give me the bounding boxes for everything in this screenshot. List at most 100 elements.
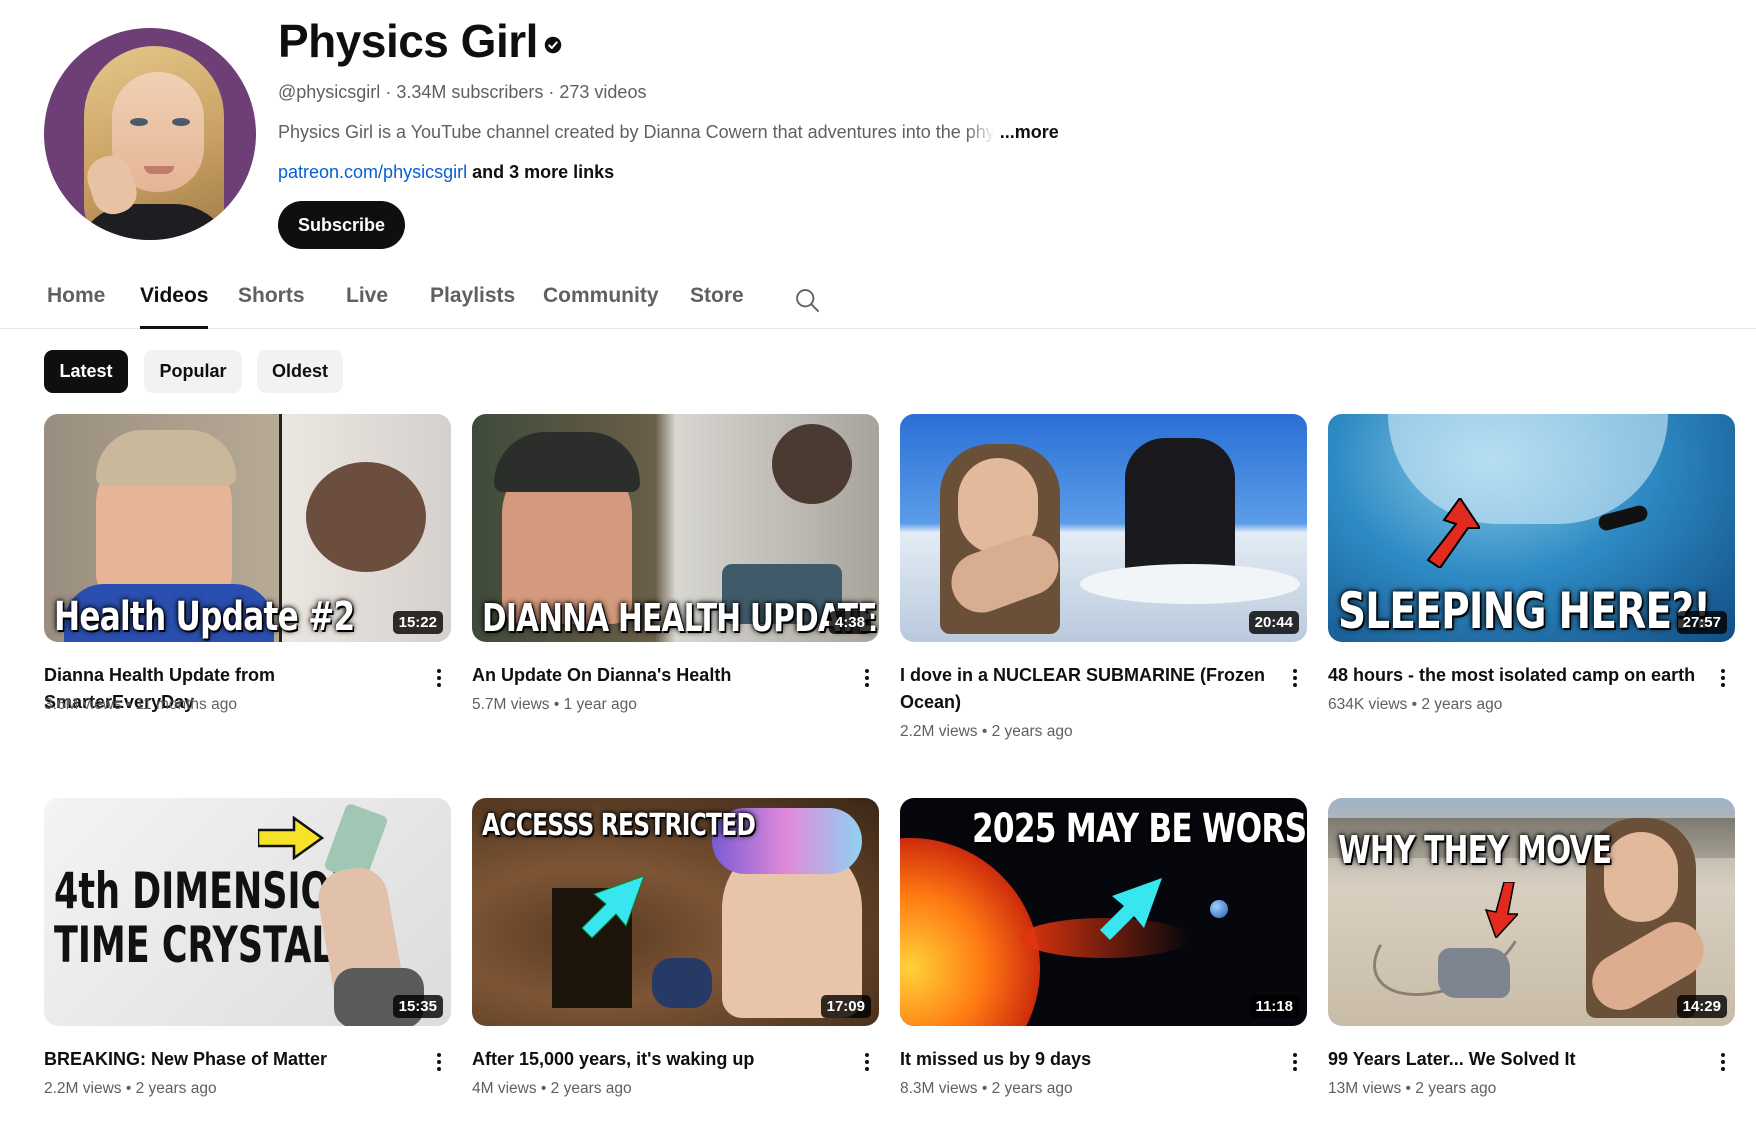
video-views: 4M views: [472, 1080, 537, 1097]
chip-oldest[interactable]: Oldest: [257, 350, 343, 393]
video-age: 2 years ago: [991, 1080, 1073, 1097]
thumb-overlay-text: WHY THEY MOVE: [1338, 828, 1612, 872]
video-views: 13M views: [1328, 1080, 1402, 1097]
video-views: 3.6M views: [44, 696, 122, 713]
cyan-arrow-icon: [1100, 878, 1162, 940]
video-age: 2 years ago: [991, 723, 1073, 740]
video-age: 2 years ago: [135, 1080, 217, 1097]
more-links-button[interactable]: and 3 more links: [472, 162, 614, 182]
thumb-overlay-line-1: 4th DIMENSION: [54, 862, 360, 920]
video-age: 2 years ago: [1421, 696, 1503, 713]
red-arrow-icon: [1484, 882, 1518, 938]
thumb-earth: [1210, 900, 1228, 918]
video-title[interactable]: After 15,000 years, it's waking up: [472, 1046, 842, 1073]
video-views: 2.2M views: [900, 723, 978, 740]
video-age: 2 years ago: [550, 1080, 632, 1097]
more-vert-icon[interactable]: [427, 666, 451, 690]
description-text: Physics Girl is a YouTube channel create…: [278, 122, 966, 142]
tab-shorts[interactable]: Shorts: [238, 284, 305, 329]
avatar-eye-left: [130, 118, 148, 126]
video-age: 2 years ago: [1415, 1080, 1497, 1097]
tab-home[interactable]: Home: [47, 284, 105, 329]
channel-handle: @physicsgirl: [278, 82, 381, 102]
avatar-mouth: [144, 166, 174, 174]
video-thumbnail[interactable]: 2025 MAY BE WORSE 11:18: [900, 798, 1307, 1026]
more-vert-icon[interactable]: [1711, 666, 1735, 690]
thumb-sailing-stone: [1438, 948, 1510, 998]
video-title[interactable]: 99 Years Later... We Solved It: [1328, 1046, 1698, 1073]
video-thumbnail[interactable]: ACCESSS RESTRICTED 17:09: [472, 798, 879, 1026]
thumb-cap: [96, 430, 236, 486]
video-thumbnail[interactable]: 20:44: [900, 414, 1307, 642]
video-thumbnail[interactable]: SLEEPING HERE?! 27:57: [1328, 414, 1735, 642]
meta-dot: •: [540, 1080, 551, 1097]
video-title[interactable]: 48 hours - the most isolated camp on ear…: [1328, 662, 1698, 689]
subscribe-button[interactable]: Subscribe: [278, 201, 405, 249]
chip-latest[interactable]: Latest: [44, 350, 128, 393]
thumb-ice: [1080, 564, 1300, 604]
more-vert-icon[interactable]: [1283, 1050, 1307, 1074]
video-title[interactable]: I dove in a NUCLEAR SUBMARINE (Frozen Oc…: [900, 662, 1270, 716]
tab-community[interactable]: Community: [543, 284, 659, 329]
video-thumbnail[interactable]: 4th DIMENSION TIME CRYSTALS 15:35: [44, 798, 451, 1026]
patreon-link[interactable]: patreon.com/physicsgirl: [278, 162, 467, 182]
video-thumbnail[interactable]: WHY THEY MOVE 14:29: [1328, 798, 1735, 1026]
channel-name: Physics Girl: [278, 15, 538, 67]
more-vert-icon[interactable]: [427, 1050, 451, 1074]
video-title[interactable]: BREAKING: New Phase of Matter: [44, 1046, 414, 1073]
search-icon[interactable]: [793, 286, 821, 314]
more-vert-icon[interactable]: [855, 666, 879, 690]
video-meta: 634K views • 2 years ago: [1328, 696, 1502, 714]
meta-dot: •: [125, 696, 136, 713]
channel-avatar[interactable]: [44, 28, 256, 240]
video-meta: 2.2M views • 2 years ago: [44, 1080, 217, 1098]
video-age: 1 year ago: [563, 696, 637, 713]
video-card: Health Update #2 15:22 Dianna Health Upd…: [44, 414, 451, 713]
video-card: ACCESSS RESTRICTED 17:09 After 15,000 ye…: [472, 798, 879, 1097]
thumb-sleeping-person: [306, 462, 426, 572]
thumb-overlay-text: SLEEPING HERE?!: [1338, 582, 1711, 640]
thumb-overlay-text: ACCESSS RESTRICTED: [482, 808, 756, 843]
video-duration: 14:29: [1676, 995, 1727, 1018]
video-duration: 11:18: [1249, 995, 1299, 1018]
video-title[interactable]: It missed us by 9 days: [900, 1046, 1270, 1073]
chip-popular[interactable]: Popular: [144, 350, 242, 393]
meta-dot: •: [1405, 1080, 1416, 1097]
video-views: 634K views: [1328, 696, 1408, 713]
channel-description[interactable]: Physics Girl is a YouTube channel create…: [278, 122, 1059, 143]
video-thumbnail[interactable]: Health Update #2 15:22: [44, 414, 451, 642]
video-duration: 27:57: [1676, 611, 1727, 634]
tab-playlists[interactable]: Playlists: [430, 284, 515, 329]
thumb-overlay-text: Health Update #2: [54, 594, 355, 640]
thumb-cap: [494, 432, 640, 492]
more-vert-icon[interactable]: [1711, 1050, 1735, 1074]
more-vert-icon[interactable]: [855, 1050, 879, 1074]
tab-live[interactable]: Live: [346, 284, 388, 329]
meta-dot: •: [981, 723, 992, 740]
video-meta: 5.7M views • 1 year ago: [472, 696, 637, 714]
tab-videos[interactable]: Videos: [140, 284, 209, 329]
video-views: 2.2M views: [44, 1080, 122, 1097]
subscriber-count: 3.34M subscribers: [396, 82, 544, 102]
cyan-arrow-icon: [582, 876, 644, 938]
channel-links: patreon.com/physicsgirl and 3 more links: [278, 162, 614, 183]
channel-tabs: Home Videos Shorts Live Playlists Commun…: [0, 270, 1756, 329]
more-vert-icon[interactable]: [1283, 666, 1307, 690]
meta-separator: ·: [548, 82, 560, 102]
video-meta: 8.3M views • 2 years ago: [900, 1080, 1073, 1098]
yellow-arrow-icon: [258, 816, 324, 860]
thumb-masked-person: [772, 424, 852, 504]
video-card: 20:44 I dove in a NUCLEAR SUBMARINE (Fro…: [900, 414, 1307, 740]
red-arrow-icon: [1426, 498, 1480, 568]
video-card: SLEEPING HERE?! 27:57 48 hours - the mos…: [1328, 414, 1735, 713]
avatar-eye-right: [172, 118, 190, 126]
meta-dot: •: [1411, 696, 1422, 713]
description-faded-text: phy: [965, 122, 995, 142]
tab-store[interactable]: Store: [690, 284, 744, 329]
description-more-link[interactable]: ...more: [1000, 122, 1059, 142]
meta-dot: •: [553, 696, 564, 713]
channel-meta: @physicsgirl · 3.34M subscribers · 273 v…: [278, 82, 646, 103]
video-title[interactable]: An Update On Dianna's Health: [472, 662, 842, 689]
video-thumbnail[interactable]: DIANNA HEALTH UPDATE 4:38: [472, 414, 879, 642]
thumb-glove: [652, 958, 712, 1008]
